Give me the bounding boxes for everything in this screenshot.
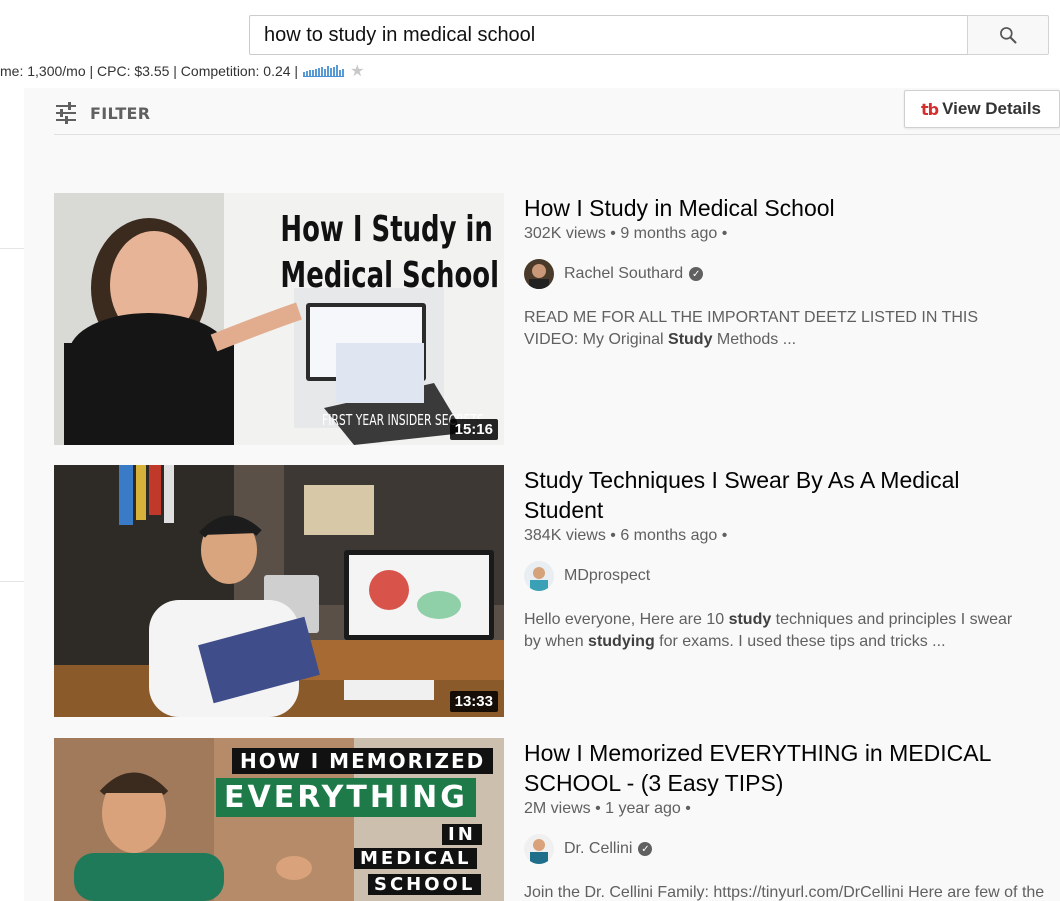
thumbnail-title-line: SCHOOL	[374, 874, 476, 895]
tubebuddy-logo-icon: tb	[921, 99, 939, 119]
thumbnail-title: How I Study in Medical School	[244, 207, 504, 299]
description-text: for exams. I used these tips and tricks …	[654, 633, 946, 650]
keyword-stats-text: me: 1,300/mo | CPC: $3.55 | Competition:…	[0, 63, 299, 79]
thumbnail-banner: IN	[442, 824, 482, 845]
video-duration: 13:33	[449, 691, 498, 712]
thumbnail-title-line: IN	[448, 824, 476, 845]
channel-name[interactable]: Dr. Cellini	[564, 840, 632, 858]
trend-bar	[330, 68, 333, 76]
thumbnail-title-line: Medical School	[280, 255, 499, 296]
video-description: READ ME FOR ALL THE IMPORTANT DEETZ LIST…	[524, 307, 1024, 351]
trend-bar	[306, 71, 309, 76]
trend-bar	[315, 69, 318, 76]
sidebar-edge	[0, 88, 24, 901]
trend-chart-icon[interactable]	[303, 65, 345, 77]
search-button[interactable]	[967, 15, 1049, 55]
filter-divider	[54, 134, 1060, 135]
thumbnail-image-icon	[54, 465, 504, 717]
thumbnail-banner: SCHOOL	[368, 874, 482, 895]
trend-bar	[342, 69, 345, 76]
view-details-label: View Details	[942, 99, 1042, 118]
video-info: Study Techniques I Swear By As A Medical…	[524, 465, 1024, 653]
video-title[interactable]: How I Memorized EVERYTHING in MEDICAL SC…	[524, 738, 1024, 798]
trend-bar	[333, 67, 336, 76]
search-input[interactable]	[264, 23, 954, 47]
description-text: Join the Dr. Cellini Family: https://tin…	[524, 884, 1045, 901]
channel-name[interactable]: MDprospect	[564, 567, 650, 585]
video-thumbnail[interactable]: HOW I MEMORIZED EVERYTHING IN MEDICAL SC…	[54, 738, 504, 901]
channel-name[interactable]: Rachel Southard	[564, 265, 683, 283]
results-area: FILTER tb View Details How I Study in Me…	[24, 88, 1060, 901]
video-duration: 15:16	[449, 419, 498, 440]
video-thumbnail[interactable]: How I Study in Medical School FIRST YEAR…	[54, 193, 504, 445]
video-meta: 2M views • 1 year ago •	[524, 800, 691, 817]
thumbnail-title-line: MEDICAL	[360, 848, 472, 869]
description-keyword: study	[728, 611, 772, 628]
channel-link[interactable]: Rachel Southard ✓	[524, 259, 1024, 289]
video-description: Hello everyone, Here are 10 study techni…	[524, 609, 1024, 653]
search-icon	[1000, 27, 1017, 44]
verified-check-icon: ✓	[689, 267, 704, 281]
video-title[interactable]: How I Study in Medical School	[524, 193, 1024, 223]
video-thumbnail[interactable]: 13:33	[54, 465, 504, 717]
thumbnail-banner: EVERYTHING	[216, 778, 476, 817]
channel-avatar[interactable]	[524, 561, 554, 591]
thumbnail-title-line: HOW I MEMORIZED	[240, 749, 486, 773]
verified-check-icon: ✓	[638, 842, 653, 856]
search-box[interactable]	[249, 15, 968, 55]
filter-label: FILTER	[90, 103, 151, 123]
trend-bar	[336, 65, 339, 76]
description-keyword: Study	[668, 331, 713, 348]
channel-avatar[interactable]	[524, 834, 554, 864]
filter-sliders-icon	[56, 102, 76, 124]
keyword-stats: me: 1,300/mo | CPC: $3.55 | Competition:…	[0, 62, 364, 80]
thumbnail-title-line: EVERYTHING	[224, 780, 468, 815]
trend-bar	[327, 66, 330, 76]
video-meta: 302K views • 9 months ago •	[524, 225, 728, 242]
trend-bar	[339, 70, 342, 76]
video-description: Join the Dr. Cellini Family: https://tin…	[524, 882, 1044, 901]
video-info: How I Study in Medical School 302K views…	[524, 193, 1024, 351]
video-info: How I Memorized EVERYTHING in MEDICAL SC…	[524, 738, 1044, 901]
thumbnail-banner: HOW I MEMORIZED	[232, 748, 494, 774]
video-title[interactable]: Study Techniques I Swear By As A Medical…	[524, 465, 1024, 525]
thumbnail-title-line: How I Study in	[280, 209, 493, 250]
channel-link[interactable]: MDprospect	[524, 561, 1024, 591]
more-options-button[interactable]	[1054, 193, 1060, 221]
more-options-button[interactable]	[1054, 738, 1060, 766]
trend-bar	[321, 67, 324, 76]
description-text: Methods ...	[712, 331, 797, 348]
channel-link[interactable]: Dr. Cellini ✓	[524, 834, 1024, 864]
trend-bar	[312, 70, 315, 76]
sidebar-divider	[0, 581, 24, 582]
filter-button[interactable]: FILTER	[54, 100, 150, 126]
thumbnail-banner: MEDICAL	[354, 848, 478, 869]
channel-avatar[interactable]	[524, 259, 554, 289]
trend-bar	[303, 72, 306, 76]
video-meta: 384K views • 6 months ago •	[524, 527, 728, 544]
trend-bar	[318, 68, 321, 76]
more-options-button[interactable]	[1054, 465, 1060, 493]
star-icon[interactable]: ★	[350, 61, 364, 81]
trend-bar	[309, 70, 312, 76]
description-text: Hello everyone, Here are 10	[524, 611, 729, 628]
view-details-button[interactable]: tb View Details	[904, 90, 1060, 128]
sidebar-divider	[0, 248, 24, 249]
description-keyword: studying	[588, 633, 655, 650]
trend-bar	[324, 69, 327, 76]
